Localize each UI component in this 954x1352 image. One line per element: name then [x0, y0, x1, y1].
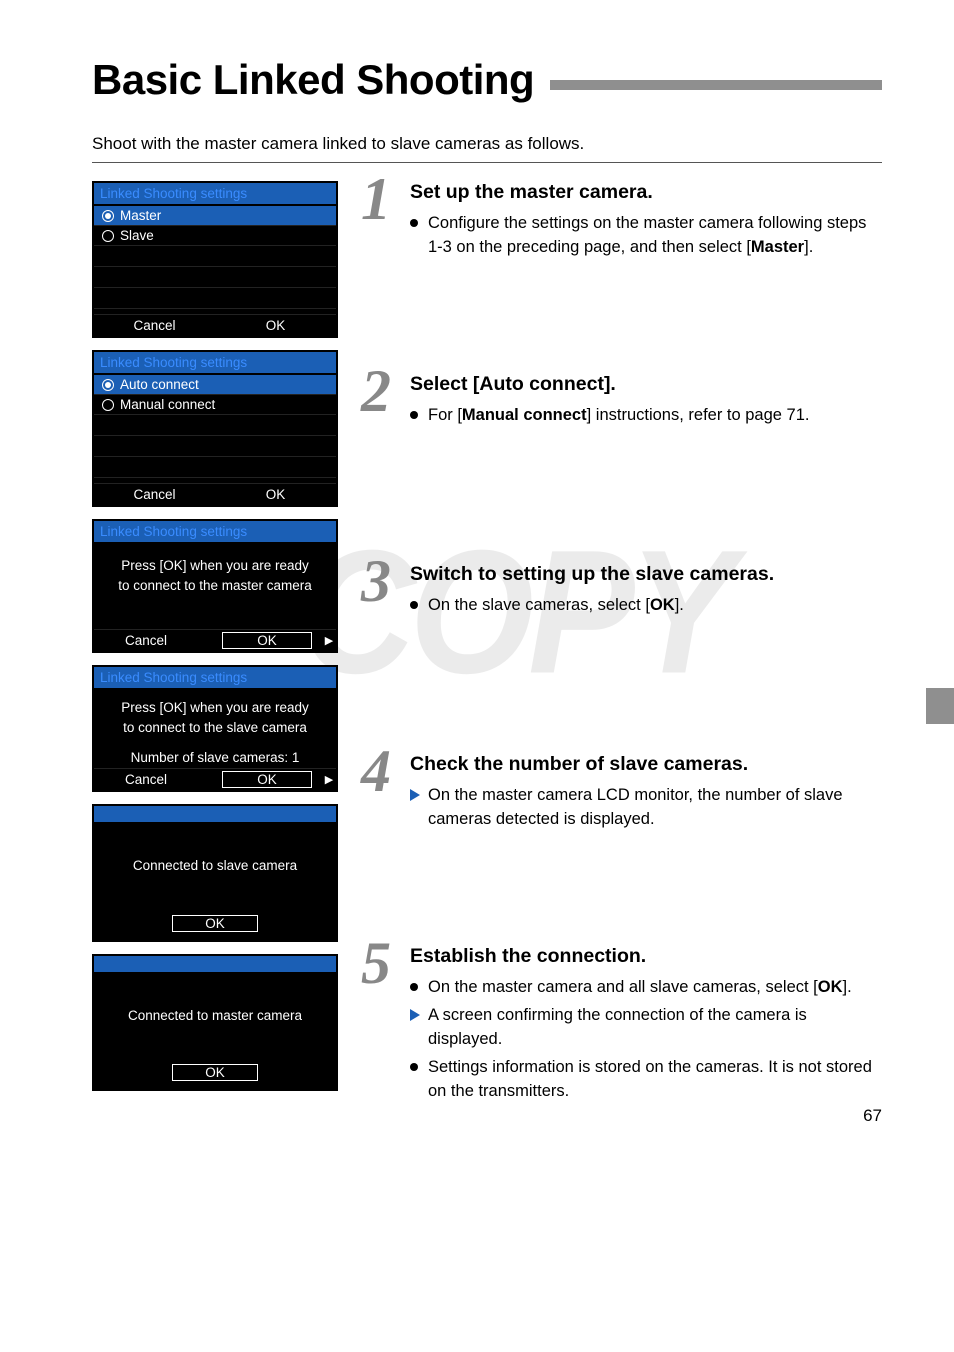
screen3-header: Linked Shooting settings: [94, 521, 336, 542]
side-thumb-tab: [926, 688, 954, 724]
step-4-bullet-1: On the master camera LCD monitor, the nu…: [410, 784, 882, 832]
screen3-line2: to connect to the master camera: [104, 576, 326, 596]
page-title: Basic Linked Shooting: [92, 56, 534, 104]
step-2: 2 Select [Auto connect]. For [Manual con…: [356, 373, 882, 545]
screen5-ok: OK: [172, 915, 258, 932]
screen2-ok: OK: [215, 484, 336, 505]
step-1-heading: Set up the master camera.: [410, 181, 882, 204]
screenshot-column: Linked Shooting settings Master Slave Ca…: [92, 181, 338, 1126]
screen4-line3: Number of slave cameras: 1: [104, 748, 326, 768]
step-5-bullet-3: Settings information is stored on the ca…: [410, 1056, 882, 1104]
camera-screen-1: Linked Shooting settings Master Slave Ca…: [92, 181, 338, 338]
screen1-option-master: Master: [94, 206, 336, 226]
title-rule: [550, 80, 882, 90]
step-1-bullet-1: Configure the settings on the master cam…: [410, 212, 882, 260]
screen1-filler: [94, 246, 336, 314]
screen4-cancel: Cancel: [94, 769, 198, 790]
right-arrow-icon: ▶: [322, 634, 336, 647]
screen2-option-auto: Auto connect: [94, 375, 336, 395]
step-3: 3 Switch to setting up the slave cameras…: [356, 563, 882, 735]
screen2-header: Linked Shooting settings: [94, 352, 336, 373]
screen2-cancel: Cancel: [94, 484, 215, 505]
step-3-number: 3: [356, 559, 396, 735]
screen1-slave-label: Slave: [120, 228, 154, 243]
screen3-cancel: Cancel: [94, 630, 198, 651]
screen6-msg: Connected to master camera: [104, 1006, 326, 1026]
step-5-heading: Establish the connection.: [410, 945, 882, 968]
screen2-filler: [94, 415, 336, 483]
right-arrow-icon: ▶: [322, 773, 336, 786]
screen3-line1: Press [OK] when you are ready: [104, 556, 326, 576]
step-5-bullet-2: A screen confirming the connection of th…: [410, 1004, 882, 1052]
step-2-number: 2: [356, 369, 396, 545]
screen2-manual-label: Manual connect: [120, 397, 215, 412]
step-5: 5 Establish the connection. On the maste…: [356, 945, 882, 1108]
radio-off-icon: [102, 230, 114, 242]
step-4-heading: Check the number of slave cameras.: [410, 753, 882, 776]
step-5-bullet-1: On the master camera and all slave camer…: [410, 976, 882, 1000]
camera-screen-5: Connected to slave camera OK: [92, 804, 338, 941]
step-4: 4 Check the number of slave cameras. On …: [356, 753, 882, 927]
intro-text: Shoot with the master camera linked to s…: [92, 134, 882, 154]
screen1-master-label: Master: [120, 208, 161, 223]
step-5-number: 5: [356, 941, 396, 1108]
step-2-bullet-1: For [Manual connect] instructions, refer…: [410, 404, 882, 428]
step-1: 1 Set up the master camera. Configure th…: [356, 181, 882, 355]
steps-column: 1 Set up the master camera. Configure th…: [356, 181, 882, 1126]
step-2-heading: Select [Auto connect].: [410, 373, 882, 396]
screen4-line2: to connect to the slave camera: [104, 718, 326, 738]
screen6-topbar: [94, 956, 336, 972]
screen1-ok: OK: [215, 315, 336, 336]
screen4-ok: OK: [222, 771, 312, 788]
step-4-number: 4: [356, 749, 396, 927]
intro-separator: [92, 162, 882, 163]
step-3-heading: Switch to setting up the slave cameras.: [410, 563, 882, 586]
screen2-option-manual: Manual connect: [94, 395, 336, 415]
radio-off-icon: [102, 399, 114, 411]
step-1-number: 1: [356, 177, 396, 355]
screen1-option-slave: Slave: [94, 226, 336, 246]
screen1-cancel: Cancel: [94, 315, 215, 336]
screen4-header: Linked Shooting settings: [94, 667, 336, 688]
screen3-ok: OK: [222, 632, 312, 649]
screen4-line1: Press [OK] when you are ready: [104, 698, 326, 718]
camera-screen-4: Linked Shooting settings Press [OK] when…: [92, 665, 338, 793]
radio-on-icon: [102, 210, 114, 222]
camera-screen-2: Linked Shooting settings Auto connect Ma…: [92, 350, 338, 507]
camera-screen-6: Connected to master camera OK: [92, 954, 338, 1091]
screen5-msg: Connected to slave camera: [104, 856, 326, 876]
screen6-ok: OK: [172, 1064, 258, 1081]
radio-on-icon: [102, 379, 114, 391]
step-3-bullet-1: On the slave cameras, select [OK].: [410, 594, 882, 618]
camera-screen-3: Linked Shooting settings Press [OK] when…: [92, 519, 338, 653]
screen5-topbar: [94, 806, 336, 822]
screen1-header: Linked Shooting settings: [94, 183, 336, 204]
screen2-auto-label: Auto connect: [120, 377, 199, 392]
